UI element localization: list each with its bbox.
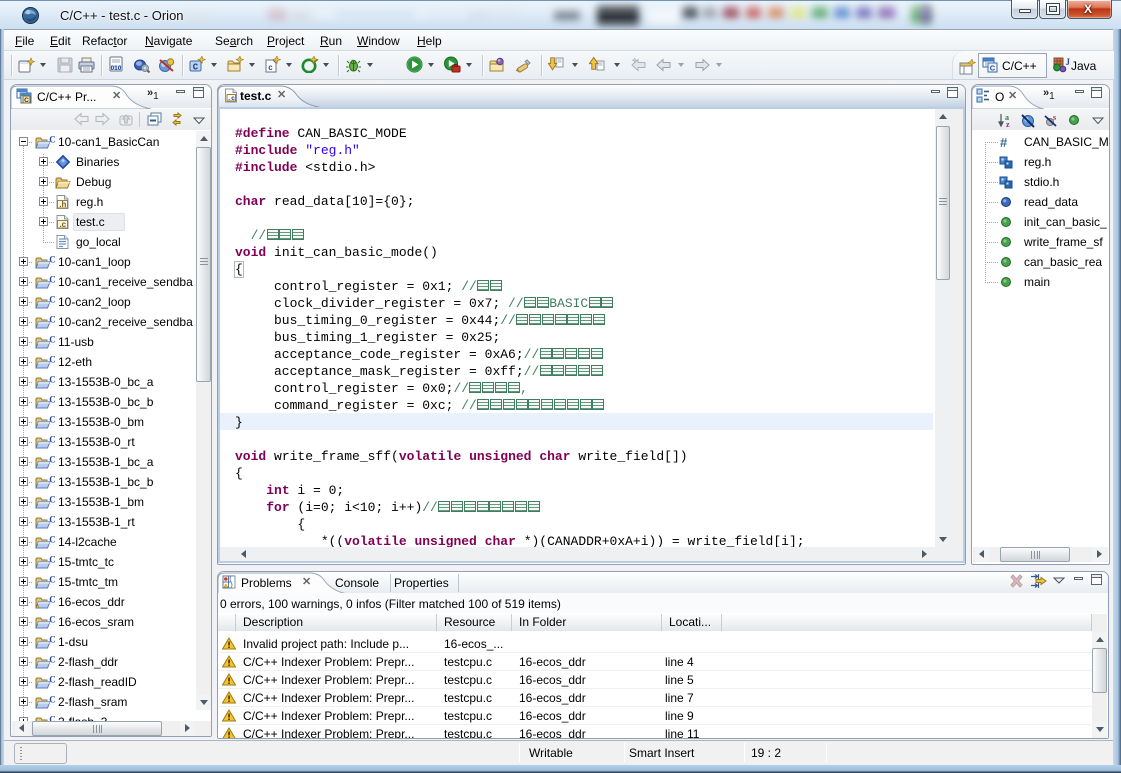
svg-text:z: z [1006,120,1010,128]
svg-text:C: C [49,375,56,385]
svg-text:C: C [193,63,199,73]
svg-text:C: C [49,635,56,645]
svg-text:C: C [49,495,56,505]
svg-text:.c: .c [227,95,235,102]
svg-text:C: C [49,335,56,345]
svg-text:C: C [49,555,56,565]
svg-text:C: C [49,575,56,585]
svg-text:C: C [49,595,56,605]
svg-text:C: C [49,475,56,485]
svg-text:010: 010 [111,65,122,72]
svg-text:C: C [49,535,56,545]
svg-text:C: C [49,315,56,325]
svg-text:C: C [49,695,56,705]
svg-text:.c: .c [59,220,66,229]
svg-text:C: C [990,64,996,73]
svg-text:C: C [49,655,56,665]
svg-text:C: C [49,455,56,465]
svg-text:C: C [49,395,56,405]
svg-text:c: c [268,64,273,73]
svg-text:C: C [49,275,56,285]
svg-text:C: C [49,255,56,265]
svg-text:C: C [49,135,56,145]
svg-text:J: J [1066,57,1071,67]
svg-text:s: s [1053,113,1056,122]
svg-text:C: C [49,675,56,685]
svg-text:C: C [49,295,56,305]
svg-text:C: C [49,435,56,445]
svg-text:.h: .h [59,200,66,209]
svg-text:C: C [49,355,56,365]
svg-text:C: C [49,415,56,425]
svg-text:C: C [49,615,56,625]
svg-text:C: C [24,97,29,104]
svg-text:C: C [49,515,56,525]
